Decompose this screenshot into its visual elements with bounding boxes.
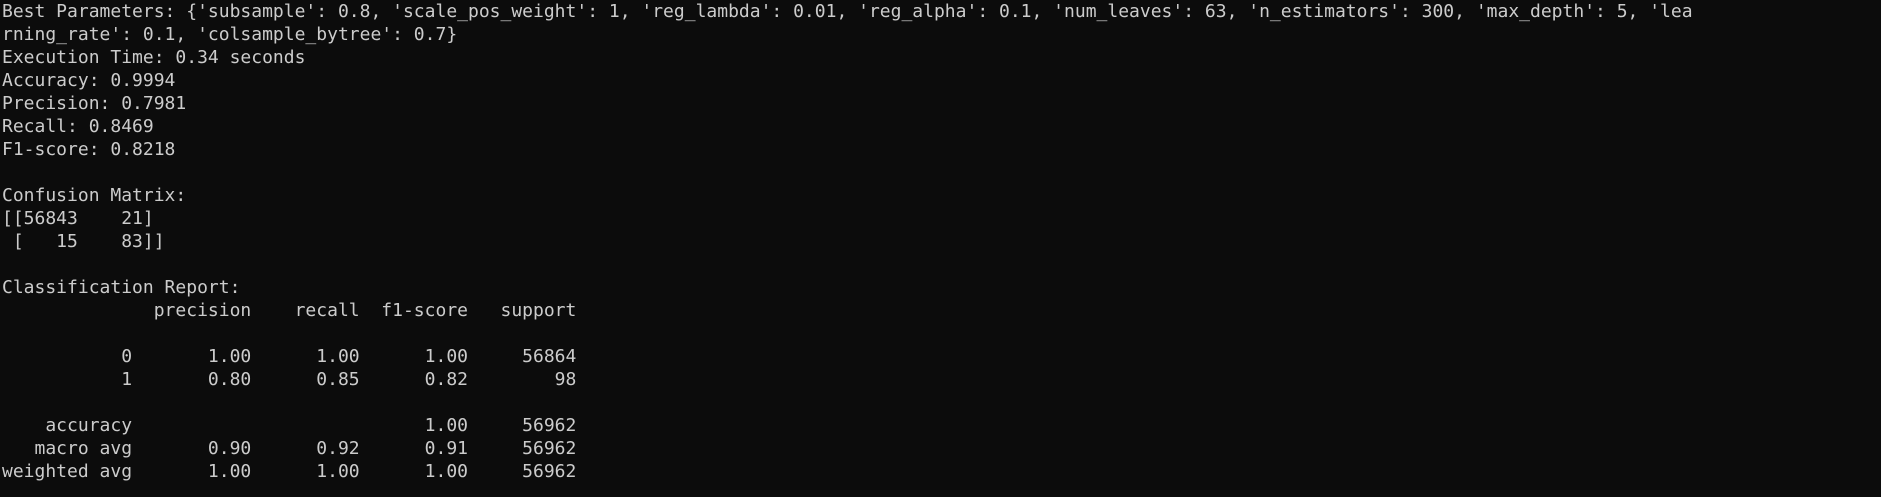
- execution-time-line: Execution Time: 0.34 seconds: [2, 47, 306, 68]
- best-parameters-line-1: Best Parameters: {'subsample': 0.8, 'sca…: [2, 1, 1693, 22]
- report-row-accuracy: accuracy 1.00 56962: [2, 415, 577, 436]
- terminal-output[interactable]: Best Parameters: {'subsample': 0.8, 'sca…: [0, 0, 1881, 497]
- accuracy-line: Accuracy: 0.9994: [2, 70, 176, 91]
- report-row-class-0: 0 1.00 1.00 1.00 56864: [2, 346, 577, 367]
- classification-report-heading: Classification Report:: [2, 277, 241, 298]
- report-row-weighted-avg: weighted avg 1.00 1.00 1.00 56962: [2, 461, 577, 482]
- confusion-matrix-heading: Confusion Matrix:: [2, 185, 187, 206]
- report-header-row: precision recall f1-score support: [2, 300, 577, 321]
- report-row-class-1: 1 0.80 0.85 0.82 98: [2, 369, 577, 390]
- f1-score-line: F1-score: 0.8218: [2, 139, 176, 160]
- precision-line: Precision: 0.7981: [2, 93, 187, 114]
- report-row-macro-avg: macro avg 0.90 0.92 0.91 56962: [2, 438, 577, 459]
- recall-line: Recall: 0.8469: [2, 116, 154, 137]
- confusion-matrix-row-2: [ 15 83]]: [2, 231, 165, 252]
- confusion-matrix-row-1: [[56843 21]: [2, 208, 154, 229]
- best-parameters-line-2: rning_rate': 0.1, 'colsample_bytree': 0.…: [2, 24, 458, 45]
